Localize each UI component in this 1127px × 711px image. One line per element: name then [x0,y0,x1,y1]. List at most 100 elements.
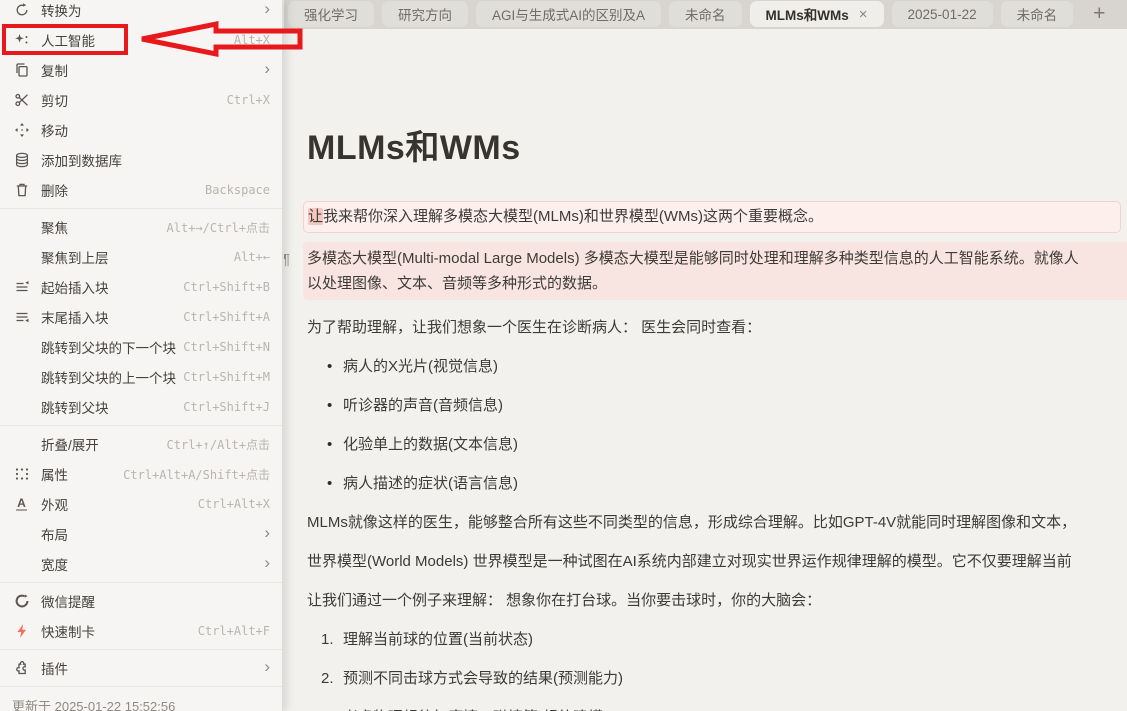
paragraph-world-models[interactable]: 世界模型(World Models) 世界模型是一种试图在AI系统内部建立对现实… [307,551,1127,573]
menu-item-add-to-database[interactable]: 添加到数据库 [0,145,282,175]
tab-untitled-1[interactable]: 未命名 [669,1,742,27]
menu-item-shortcut: Ctrl+Shift+B [183,280,270,294]
menu-item-label: 转换为 [41,0,264,20]
menu-item-shortcut: Ctrl+Alt+A/Shift+点击 [123,466,270,483]
menu-item-quick-flashcard[interactable]: 快速制卡 Ctrl+Alt+F [0,616,282,646]
menu-item-shortcut: Alt+X [234,33,270,47]
list-item-text: 化验单上的数据(文本信息) [343,436,518,453]
list-item-number: 2. [321,668,334,690]
tab-untitled-2[interactable]: 未命名 [1001,1,1074,27]
bullet-list: 病人的X光片(视觉信息) 听诊器的声音(音频信息) 化验单上的数据(文本信息) … [307,356,1127,495]
list-item[interactable]: 1.理解当前球的位置(当前状态) [307,629,1127,651]
menu-item-width[interactable]: 宽度 › [0,549,282,579]
list-item-number: 1. [321,629,334,651]
list-item[interactable]: 2. 预测不同击球方式会导致的结果(预测能力) [307,668,1127,690]
list-item[interactable]: 病人描述的症状(语言信息) [307,473,1127,495]
move-icon [13,122,30,139]
no-icon [13,219,30,236]
list-item[interactable]: 化验单上的数据(文本信息) [307,434,1127,456]
app-window: 强化学习 研究方向 AGI与生成式AI的区别及A 未命名 MLMs和WMs × … [0,0,1127,711]
tab-label: AGI与生成式AI的区别及A [492,4,645,24]
menu-item-focus-parent[interactable]: 聚焦到上层 Alt+← [0,242,282,272]
menu-item-move[interactable]: 移动 [0,115,282,145]
cursor-selection: 让 [308,208,323,225]
menu-item-copy[interactable]: 复制 › [0,55,282,85]
menu-item-jump-prev-sibling[interactable]: 跳转到父块的上一个块 Ctrl+Shift+M [0,362,282,392]
menu-item-attributes[interactable]: 属性 Ctrl+Alt+A/Shift+点击 [0,459,282,489]
tab-bar: 强化学习 研究方向 AGI与生成式AI的区别及A 未命名 MLMs和WMs × … [284,0,1127,29]
tab-research-direction[interactable]: 研究方向 [382,1,468,27]
menu-item-appearance[interactable]: A 外观 Ctrl+Alt+X [0,489,282,519]
list-item[interactable]: 听诊器的声音(音频信息) [307,395,1127,417]
menu-item-shortcut: Alt+→/Ctrl+点击 [167,219,270,236]
menu-item-label: 跳转到父块 [41,397,183,417]
no-icon [13,526,30,543]
list-item-number: 3. [321,707,334,711]
list-item[interactable]: 病人的X光片(视觉信息) [307,356,1127,378]
menu-item-label: 移动 [41,120,270,140]
menu-item-label: 外观 [41,494,198,514]
menu-item-insert-block-start[interactable]: 起始插入块 Ctrl+Shift+B [0,272,282,302]
tab-mlms-and-wms[interactable]: MLMs和WMs × [750,1,884,27]
paragraph-gutter-icon: ¶ [284,247,290,272]
no-icon [13,436,30,453]
menu-item-ai[interactable]: 人工智能 Alt+X [0,25,282,55]
tab-agi-vs-genai[interactable]: AGI与生成式AI的区别及A [476,1,661,27]
attributes-icon [13,466,30,483]
numbered-list: 1.理解当前球的位置(当前状态) 2.预测不同击球方式会导致的结果(预测能力) … [307,629,1127,711]
no-icon [13,399,30,416]
menu-item-label: 快速制卡 [41,621,198,641]
menu-item-layout[interactable]: 布局 › [0,519,282,549]
menu-item-jump-next-sibling[interactable]: 跳转到父块的下一个块 Ctrl+Shift+N [0,332,282,362]
copy-icon [13,62,30,79]
menu-item-label: 跳转到父块的上一个块 [41,367,183,387]
menu-item-shortcut: Alt+← [234,250,270,264]
menu-item-wechat-reminder[interactable]: 微信提醒 [0,586,282,616]
plugin-icon [13,660,30,677]
document-editor: MLMs和WMs 让我来帮你深入理解多模态大模型(MLMs)和世界模型(WMs)… [284,29,1127,711]
no-icon [13,556,30,573]
menu-item-plugins[interactable]: 插件 › [0,653,282,683]
block-context-menu: 转换为 › 人工智能 Alt+X 复制 › 剪切 Ctrl+X 移动 [0,0,283,711]
menu-item-focus[interactable]: 聚焦 Alt+→/Ctrl+点击 [0,212,282,242]
menu-item-label: 布局 [41,524,264,544]
context-menu-list: 转换为 › 人工智能 Alt+X 复制 › 剪切 Ctrl+X 移动 [0,0,282,687]
chevron-right-icon: › [264,524,270,544]
menu-item-cut[interactable]: 剪切 Ctrl+X [0,85,282,115]
menu-item-label: 添加到数据库 [41,150,270,170]
document-title[interactable]: MLMs和WMs [307,128,1127,168]
menu-divider [0,649,282,650]
menu-divider [0,686,282,687]
menu-item-convert-to[interactable]: 转换为 › [0,0,282,25]
updated-timestamp: 更新于 2025-01-22 15:52:56 [12,696,175,711]
menu-item-label: 插件 [41,658,264,678]
paragraph-billiards-intro[interactable]: 让我们通过一个例子来理解： 想象你在打台球。当你要击球时，你的大脑会： [307,590,1127,612]
menu-item-insert-block-end[interactable]: 末尾插入块 Ctrl+Shift+A [0,302,282,332]
new-tab-button[interactable]: + [1083,2,1115,26]
menu-item-shortcut: Ctrl+↑/Alt+点击 [167,436,270,453]
menu-item-shortcut: Ctrl+Shift+N [183,340,270,354]
menu-item-shortcut: Ctrl+Alt+F [198,624,270,638]
lightning-icon [13,623,30,640]
close-icon[interactable]: × [859,6,868,23]
trash-icon [13,182,30,199]
tab-reinforcement-learning[interactable]: 强化学习 [288,1,374,27]
tab-label: 未命名 [1017,4,1058,24]
list-item-text: 预测不同击球方式会导致的结果(预测能力) [343,670,623,687]
menu-item-fold-unfold[interactable]: 折叠/展开 Ctrl+↑/Alt+点击 [0,429,282,459]
tab-label: MLMs和WMs [766,4,849,24]
tab-label: 2025-01-22 [908,7,977,22]
menu-item-jump-parent[interactable]: 跳转到父块 Ctrl+Shift+J [0,392,282,422]
menu-item-delete[interactable]: 删除 Backspace [0,175,282,205]
paragraph-line: 以处理图像、文本、音频等多种形式的数据。 [307,271,1127,296]
list-item[interactable]: 3.考虑物理规律如摩擦、碰撞等(规律建模) [307,707,1127,711]
tab-label: 强化学习 [304,4,358,24]
paragraph-doctor-intro[interactable]: 为了帮助理解，让我们想象一个医生在诊断病人： 医生会同时查看： [307,317,1127,339]
no-icon [13,339,30,356]
menu-item-shortcut: Ctrl+Alt+X [198,497,270,511]
list-item-text: 听诊器的声音(音频信息) [343,397,503,414]
paragraph-mlms-summary[interactable]: MLMs就像这样的医生，能够整合所有这些不同类型的信息，形成综合理解。比如GPT… [307,512,1127,534]
tab-2025-01-22[interactable]: 2025-01-22 [892,1,993,27]
selected-paragraph-block[interactable]: 让我来帮你深入理解多模态大模型(MLMs)和世界模型(WMs)这两个重要概念。 [303,201,1121,233]
highlighted-paragraph-block[interactable]: ¶ 多模态大模型(Multi-modal Large Models) 多模态大模… [303,242,1127,300]
